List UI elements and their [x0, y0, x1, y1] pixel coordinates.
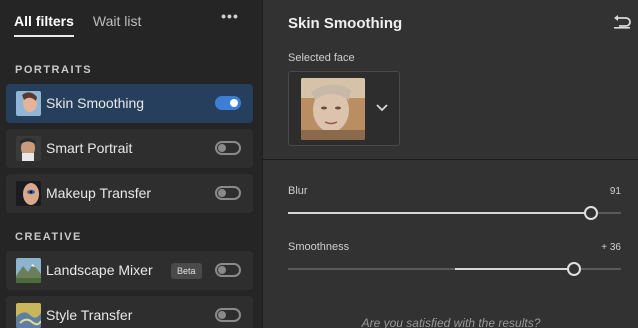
filter-item-skin-smoothing[interactable]: Skin Smoothing	[6, 84, 253, 123]
toggle-knob	[218, 311, 226, 319]
toggle-knob	[218, 266, 226, 274]
reset-button[interactable]	[613, 15, 631, 29]
neural-filters-app: All filters Wait list ••• PORTRAITS Skin…	[0, 0, 638, 328]
smoothness-slider-label: Smoothness	[288, 241, 350, 253]
smoothness-slider-handle[interactable]	[567, 262, 582, 276]
tab-wait-list[interactable]: Wait list	[93, 12, 141, 38]
face-selector-dropdown[interactable]	[288, 71, 400, 146]
feedback-question: Are you satisfied with the results?	[361, 316, 541, 328]
filter-item-style-transfer[interactable]: Style Transfer	[6, 296, 253, 328]
blur-slider-label: Blur	[288, 185, 308, 197]
filter-item-makeup-transfer[interactable]: Makeup Transfer	[6, 174, 253, 213]
filter-toggle-makeup-transfer[interactable]	[215, 186, 241, 200]
landscape-thumb-icon	[16, 258, 41, 283]
selected-face-thumbnail	[301, 78, 365, 140]
blur-slider[interactable]	[288, 206, 621, 220]
panel-title: Skin Smoothing	[288, 15, 403, 32]
filter-item-landscape-mixer[interactable]: Landscape Mixer Beta	[6, 251, 253, 290]
ellipsis-icon: •••	[221, 8, 239, 24]
selected-face-label: Selected face	[288, 52, 355, 64]
section-divider	[263, 159, 638, 160]
blur-slider-value: 91	[609, 186, 621, 197]
smoothness-slider-value: + 36	[601, 242, 621, 253]
smoothness-slider[interactable]	[288, 262, 621, 276]
filter-item-smart-portrait[interactable]: Smart Portrait	[6, 129, 253, 168]
style-thumb-icon	[16, 303, 41, 328]
filter-name: Style Transfer	[46, 307, 133, 323]
filter-tabs: All filters Wait list	[14, 12, 160, 38]
filter-name: Landscape Mixer	[46, 262, 153, 278]
section-creative-label: CREATIVE	[15, 231, 82, 243]
filters-sidebar: All filters Wait list ••• PORTRAITS Skin…	[0, 0, 262, 328]
filter-toggle-skin-smoothing[interactable]	[215, 96, 241, 110]
filter-toggle-style-transfer[interactable]	[215, 308, 241, 322]
filter-name: Makeup Transfer	[46, 185, 152, 201]
toggle-knob	[218, 189, 226, 197]
smoothness-slider-fill	[454, 268, 575, 270]
undo-icon	[614, 15, 631, 29]
filter-toggle-landscape-mixer[interactable]	[215, 263, 241, 277]
section-portraits-label: PORTRAITS	[15, 64, 93, 76]
toggle-knob	[230, 99, 238, 107]
blur-slider-fill	[288, 212, 592, 214]
filter-toggle-smart-portrait[interactable]	[215, 141, 241, 155]
toggle-knob	[218, 144, 226, 152]
blur-slider-handle[interactable]	[584, 206, 599, 220]
eye-makeup-thumb-icon	[16, 181, 41, 206]
more-options-button[interactable]: •••	[221, 8, 239, 24]
filter-name: Smart Portrait	[46, 140, 133, 156]
portrait-thumb-icon	[16, 91, 41, 116]
man-portrait-thumb-icon	[16, 136, 41, 161]
tab-all-filters[interactable]: All filters	[14, 12, 74, 38]
chevron-down-icon	[376, 104, 388, 112]
filter-settings-panel: Skin Smoothing Selected face Blur 91 Smo…	[262, 0, 638, 328]
filter-name: Skin Smoothing	[46, 95, 145, 111]
beta-badge: Beta	[171, 263, 202, 279]
